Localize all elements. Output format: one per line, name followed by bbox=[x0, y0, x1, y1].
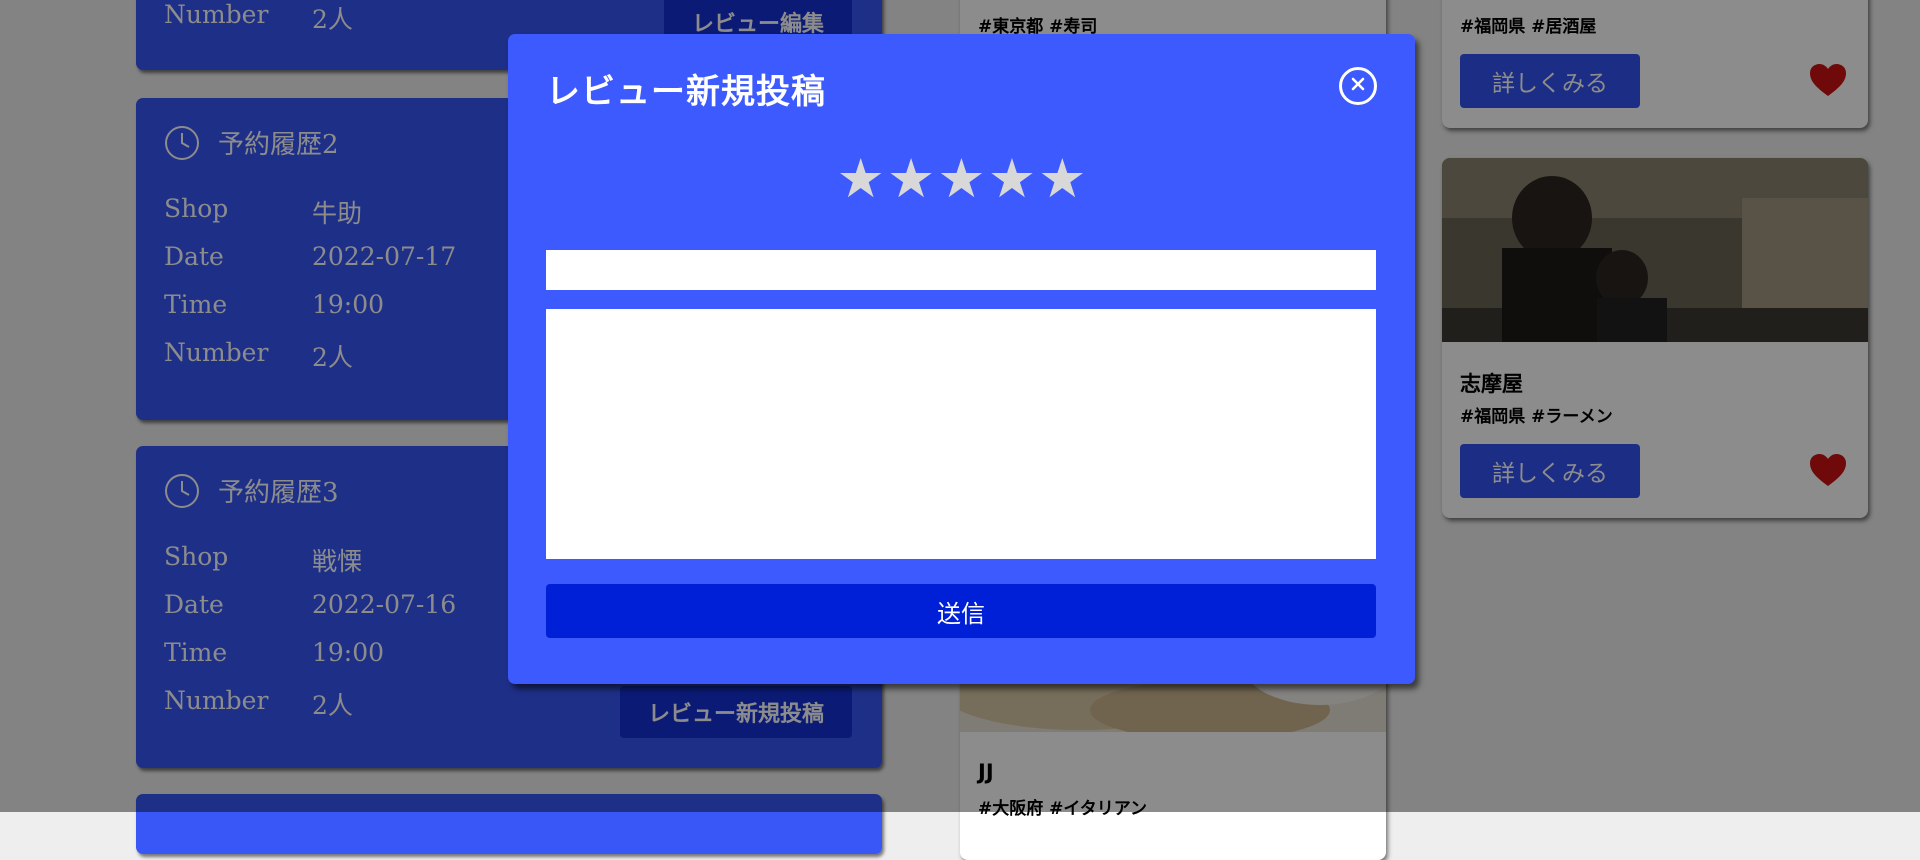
star-icon[interactable]: ★ bbox=[988, 152, 1036, 206]
review-body-textarea[interactable] bbox=[546, 309, 1376, 559]
modal-title: レビュー新規投稿 bbox=[546, 72, 826, 112]
star-icon[interactable]: ★ bbox=[887, 152, 935, 206]
review-title-input[interactable] bbox=[546, 250, 1376, 290]
review-modal: レビュー新規投稿 ★ ★ ★ ★ ★ 送信 bbox=[508, 34, 1415, 684]
star-rating: ★ ★ ★ ★ ★ bbox=[508, 152, 1415, 206]
close-icon bbox=[1349, 75, 1367, 97]
star-icon[interactable]: ★ bbox=[1038, 152, 1086, 206]
star-icon[interactable]: ★ bbox=[937, 152, 985, 206]
star-icon[interactable]: ★ bbox=[836, 152, 884, 206]
close-button[interactable] bbox=[1339, 67, 1377, 105]
submit-button[interactable]: 送信 bbox=[546, 584, 1376, 638]
